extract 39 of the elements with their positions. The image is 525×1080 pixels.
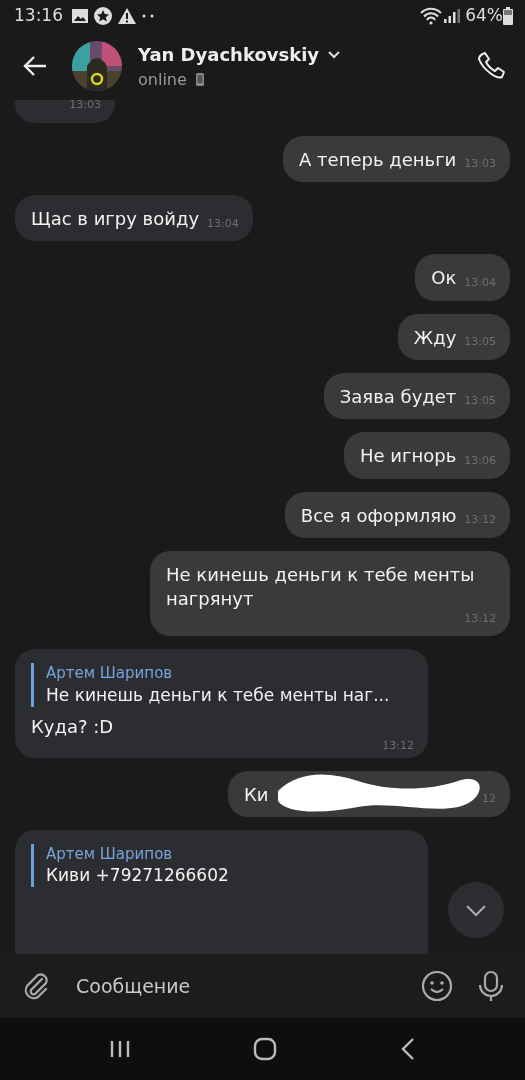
call-button[interactable]: [477, 51, 507, 81]
online-status: online: [138, 68, 187, 91]
status-time: 13:16: [14, 4, 63, 28]
dots-icon: [141, 13, 155, 19]
signal-icon: [443, 8, 462, 24]
message-input[interactable]: Сообщение: [74, 970, 405, 1002]
message-text: А теперь деньги: [299, 147, 457, 172]
message-text: Все я оформляю: [300, 503, 457, 528]
battery-icon: [503, 7, 513, 25]
quoted-text: Киви +79271266602: [46, 864, 230, 888]
message-time: 13:04: [207, 216, 239, 232]
recent-apps-button[interactable]: [109, 1039, 132, 1059]
phone-device-icon: [194, 72, 205, 87]
home-button[interactable]: [253, 1037, 278, 1061]
message-text: Ки: [244, 782, 270, 807]
message-text: Жду: [413, 325, 457, 350]
attach-button[interactable]: [22, 971, 50, 1001]
back-button[interactable]: [22, 55, 48, 77]
message-text: Куда? :D: [31, 714, 115, 739]
message-text: Ок: [431, 266, 457, 291]
emoji-button[interactable]: [421, 970, 453, 1002]
image-icon: [71, 8, 89, 24]
wifi-icon: [419, 7, 444, 25]
battery-level: 64%: [465, 4, 503, 28]
contact-name: Yan Dyachkovskiy: [138, 42, 320, 67]
message-text: Заява будет: [339, 385, 457, 410]
back-nav-button[interactable]: [399, 1037, 416, 1061]
microphone-button[interactable]: [477, 970, 505, 1002]
message-text: Щас в игру войду: [31, 207, 200, 232]
quoted-author: Артем Шарипов: [46, 844, 174, 865]
chevron-down-icon: [465, 903, 487, 917]
chevron-down-icon: [327, 49, 342, 59]
message-text: Не кинешь деньги к тебе менты нагрянут: [166, 562, 476, 612]
quoted-text: Не кинешь деньги к тебе менты наг...: [46, 683, 391, 707]
message-text: Не игнорь: [360, 444, 457, 469]
message-time: 13:03: [69, 100, 101, 113]
quoted-author: Артем Шарипов: [46, 663, 174, 684]
warning-icon: [117, 7, 137, 25]
message-time: 13:12: [382, 738, 414, 754]
